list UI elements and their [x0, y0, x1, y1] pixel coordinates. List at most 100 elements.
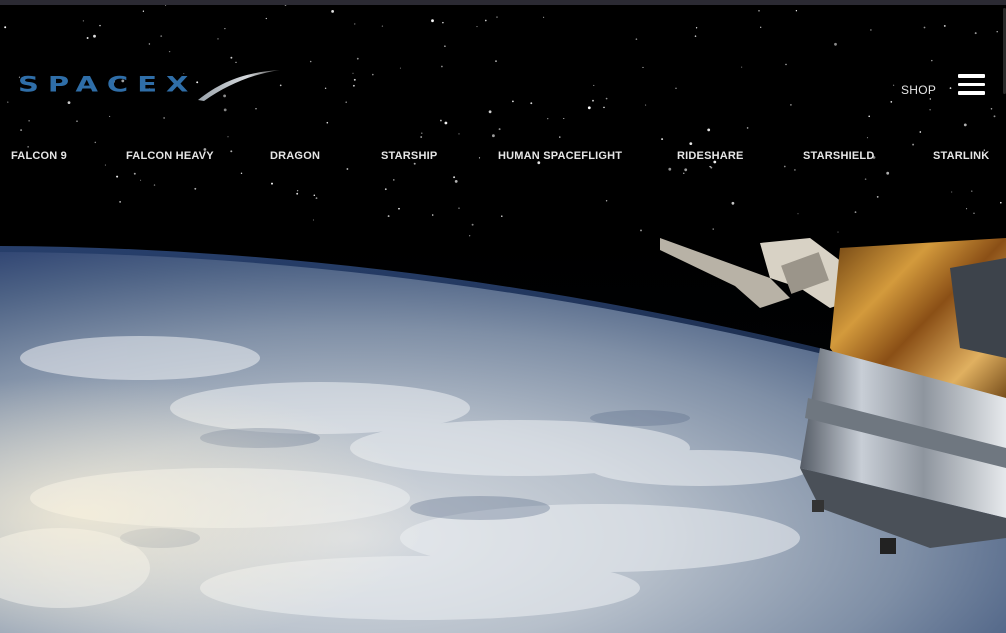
star-dot [593, 84, 595, 86]
hero-image [0, 238, 1006, 633]
star-dot [675, 87, 677, 90]
star-dot [240, 172, 243, 174]
star-dot [94, 141, 97, 144]
main-nav: FALCON 9 FALCON HEAVY DRAGON STARSHIP HU… [0, 150, 1006, 166]
star-dot [398, 207, 400, 210]
star-dot [458, 133, 460, 135]
star-dot [635, 38, 638, 40]
star-dot [471, 223, 474, 226]
star-dot [356, 57, 359, 60]
star-dot [354, 23, 356, 25]
star-dot [963, 123, 967, 127]
star-dot [854, 211, 857, 213]
star-dot [313, 194, 316, 197]
star-dot [966, 208, 968, 210]
star-dot [795, 10, 798, 12]
star-dot [684, 168, 688, 172]
star-dot [235, 61, 237, 64]
star-dot [547, 118, 549, 120]
star-dot [315, 197, 318, 199]
star-dot [929, 98, 932, 100]
star-dot [431, 214, 434, 216]
hamburger-menu-icon[interactable] [958, 74, 985, 95]
star-dot [530, 102, 533, 105]
star-dot [224, 27, 226, 30]
star-dot [731, 201, 735, 205]
star-dot [20, 129, 23, 132]
star-dot [271, 182, 273, 185]
star-dot [951, 191, 953, 193]
star-dot [326, 121, 329, 124]
star-dot [892, 84, 895, 86]
star-dot [758, 10, 760, 12]
star-dot [441, 65, 443, 68]
star-dot [1000, 201, 1002, 204]
hero-earth-scene [0, 238, 1006, 633]
star-dot [709, 165, 711, 168]
star-dot [255, 107, 257, 110]
star-dot [605, 200, 608, 202]
star-dot [495, 60, 497, 62]
star-dot [640, 229, 642, 232]
star-dot [746, 127, 749, 129]
star-dot [943, 24, 946, 27]
star-dot [27, 146, 29, 148]
star-dot [710, 166, 713, 169]
star-dot [476, 26, 478, 28]
star-dot [444, 45, 446, 48]
star-dot [543, 16, 545, 18]
nav-item-dragon[interactable]: DRAGON [270, 150, 320, 162]
star-dot [119, 201, 121, 203]
star-dot [949, 87, 952, 89]
star-dot [352, 72, 354, 74]
star-dot [116, 175, 119, 178]
star-dot [384, 188, 387, 191]
star-dot [99, 24, 101, 27]
star-dot [919, 131, 922, 133]
star-dot [217, 38, 219, 40]
nav-item-starshield[interactable]: STARSHIELD [803, 150, 874, 162]
star-dot [76, 120, 78, 123]
nav-item-rideshare[interactable]: RIDESHARE [677, 150, 744, 162]
star-dot [4, 26, 7, 29]
star-dot [109, 115, 111, 117]
star-dot [683, 172, 685, 174]
star-dot [973, 212, 975, 214]
star-dot [140, 179, 142, 181]
nav-item-starship[interactable]: STARSHIP [381, 150, 437, 162]
star-dot [993, 115, 996, 118]
star-dot [559, 136, 561, 138]
star-dot [153, 184, 156, 186]
star-dot [837, 231, 839, 233]
logo-wordmark: SPACEX [18, 72, 198, 97]
star-dot [794, 169, 796, 171]
star-dot [454, 180, 458, 183]
star-dot [352, 84, 355, 87]
star-dot [160, 35, 163, 37]
star-dot [312, 219, 314, 221]
starfield-background [4, 5, 1002, 237]
spacex-logo[interactable]: SPACEX [18, 68, 280, 108]
star-dot [387, 215, 390, 218]
nav-item-starlink[interactable]: STARLINK [933, 150, 989, 162]
star-dot [324, 87, 327, 90]
star-dot [93, 34, 96, 38]
star-dot [227, 136, 229, 138]
star-dot [876, 196, 879, 198]
star-dot [163, 117, 165, 119]
star-dot [689, 142, 693, 146]
star-dot [296, 190, 299, 192]
nav-item-falcon-9[interactable]: FALCON 9 [11, 150, 67, 162]
star-dot [372, 73, 374, 76]
nav-item-falcon-heavy[interactable]: FALCON HEAVY [126, 150, 214, 162]
nav-item-human-spaceflight[interactable]: HUMAN SPACEFLIGHT [498, 150, 622, 162]
star-dot [442, 21, 444, 24]
star-dot [929, 109, 931, 111]
page: SPACEX SHOP FALCON 9 FALCON HEAVY DRAGON… [0, 0, 1006, 633]
star-dot [603, 106, 605, 109]
star-dot [501, 215, 503, 217]
star-dot [296, 192, 299, 195]
star-dot [563, 117, 565, 120]
shop-link[interactable]: SHOP [901, 83, 936, 97]
star-dot [886, 171, 890, 175]
